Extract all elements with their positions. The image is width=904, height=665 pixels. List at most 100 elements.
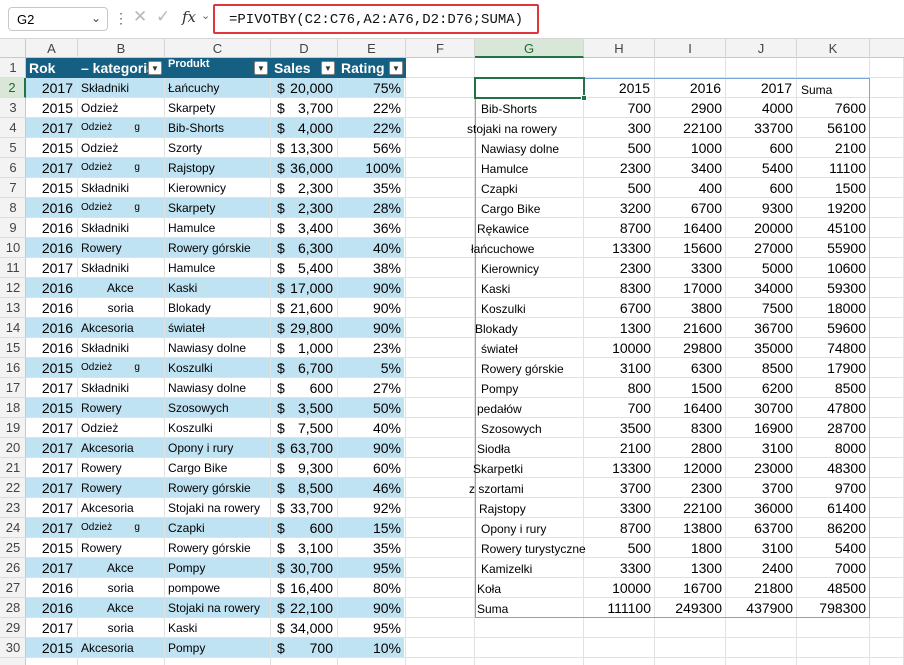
table-cell-kategoria[interactable]: Odzież [78,418,165,438]
row-header-29[interactable]: 29 [0,618,26,638]
table-cell-rok[interactable]: 2016 [26,338,78,358]
table-cell-rating[interactable]: 27% [338,378,406,398]
table-cell-kategoria[interactable]: Składniki [78,338,165,358]
table-cell-rating[interactable]: 90% [338,318,406,338]
pivot-row-label[interactable]: Opony i rury [481,519,546,539]
table-cell-kategoria[interactable]: Akce [78,278,165,298]
pivot-value-cell[interactable]: 45100 [797,218,870,238]
table-cell-rok[interactable]: 2017 [26,78,78,98]
pivot-value-cell[interactable]: 5400 [726,158,797,178]
pivot-value-cell[interactable]: 798300 [797,598,870,618]
table-cell-rok[interactable]: 2016 [26,198,78,218]
table-cell-rating[interactable]: 40% [338,238,406,258]
table-cell-kategoria[interactable]: Rowery [78,238,165,258]
pivot-value-cell[interactable]: 9300 [726,198,797,218]
row-header-6[interactable]: 6 [0,158,26,178]
table-cell-rating[interactable]: 36% [338,218,406,238]
row-header-17[interactable]: 17 [0,378,26,398]
table-cell-kategoria[interactable]: Odzież [78,138,165,158]
table-cell-sales[interactable]: 7,500 [285,418,338,438]
table-cell-sales[interactable]: 22,100 [285,598,338,618]
table-cell-rok[interactable]: 2017 [26,378,78,398]
table-cell-sales[interactable]: 34,000 [285,618,338,638]
table-cell-produkt[interactable]: Nawiasy dolne [165,338,271,358]
row-header-2[interactable]: 2 [0,78,26,98]
column-header-k[interactable]: K [797,39,870,58]
table-cell-rating[interactable]: 75% [338,78,406,98]
pivot-row-label[interactable]: Rowery turystyczne [481,539,586,559]
pivot-value-cell[interactable]: 30700 [726,398,797,418]
table-cell-kategoria[interactable]: Rowery [78,478,165,498]
table-cell-produkt[interactable]: Kierownicy [165,178,271,198]
pivot-value-cell[interactable]: 34000 [726,278,797,298]
pivot-value-cell[interactable]: 15600 [655,238,726,258]
table-cell-sales[interactable]: 8,500 [285,478,338,498]
row-header-1[interactable]: 1 [0,58,26,78]
pivot-row-label[interactable]: Cargo Bike [481,199,540,219]
table-cell-sales[interactable]: 2,300 [285,178,338,198]
pivot-value-cell[interactable]: 2300 [584,158,655,178]
row-header-7[interactable]: 7 [0,178,26,198]
table-cell-produkt[interactable]: Czapki [165,518,271,538]
table-cell-produkt[interactable]: Koszulki [165,358,271,378]
pivot-value-cell[interactable]: 111100 [584,598,655,618]
table-cell-produkt[interactable]: Nawiasy dolne [165,378,271,398]
pivot-value-cell[interactable]: 59300 [797,278,870,298]
table-cell-rating[interactable]: 90% [338,298,406,318]
pivot-value-cell[interactable]: 35000 [726,338,797,358]
pivot-row-label[interactable]: Nawiasy dolne [481,139,559,159]
table-cell-rating[interactable]: 80% [338,578,406,598]
table-cell-rok[interactable]: 2015 [26,538,78,558]
row-header-12[interactable]: 12 [0,278,26,298]
table-cell-rating[interactable]: 28% [338,198,406,218]
pivot-value-cell[interactable]: 700 [584,398,655,418]
pivot-value-cell[interactable]: 22100 [655,498,726,518]
table-cell-sales[interactable]: 29,800 [285,318,338,338]
row-header-23[interactable]: 23 [0,498,26,518]
pivot-value-cell[interactable]: 1300 [655,558,726,578]
pivot-value-cell[interactable]: 2300 [655,478,726,498]
table-cell-rating[interactable]: 92% [338,498,406,518]
pivot-value-cell[interactable]: 22100 [655,118,726,138]
pivot-value-cell[interactable]: 500 [584,178,655,198]
pivot-row-label[interactable]: stojaki na rowery [467,119,557,139]
table-cell-produkt[interactable]: Kaski [165,278,271,298]
pivot-value-cell[interactable]: 48500 [797,578,870,598]
table-cell-produkt[interactable]: Skarpety [165,98,271,118]
table-cell-kategoria[interactable]: Składniki [78,178,165,198]
table-cell-sales[interactable]: 13,300 [285,138,338,158]
row-header-3[interactable]: 3 [0,98,26,118]
table-cell-rating[interactable]: 90% [338,598,406,618]
table-cell-produkt[interactable]: Kaski [165,618,271,638]
table-cell-produkt[interactable]: Blokady [165,298,271,318]
pivot-row-label[interactable]: Rajstopy [479,499,526,519]
table-cell-rating[interactable]: 38% [338,258,406,278]
pivot-value-cell[interactable]: 2400 [726,558,797,578]
enter-icon[interactable]: ✓ [156,7,170,27]
table-cell-rating[interactable]: 22% [338,98,406,118]
table-cell-produkt[interactable]: Rowery górskie [165,478,271,498]
pivot-value-cell[interactable]: 600 [726,138,797,158]
table-cell-rok[interactable]: 2016 [26,578,78,598]
pivot-value-cell[interactable]: 63700 [726,518,797,538]
table-cell-kategoria[interactable]: Odzież g [78,118,165,138]
table-cell-sales[interactable]: 20,000 [285,78,338,98]
table-cell-rating[interactable]: 50% [338,398,406,418]
column-header-f[interactable]: F [406,39,475,58]
table-cell-rating[interactable]: 22% [338,118,406,138]
pivot-value-cell[interactable]: 8300 [655,418,726,438]
row-header-4[interactable]: 4 [0,118,26,138]
row-header-14[interactable]: 14 [0,318,26,338]
pivot-value-cell[interactable]: 11100 [797,158,870,178]
pivot-value-cell[interactable]: 1800 [655,538,726,558]
table-cell-rok[interactable]: 2015 [26,358,78,378]
pivot-value-cell[interactable]: 29800 [655,338,726,358]
table-cell-sales[interactable]: 33,700 [285,498,338,518]
table-cell-kategoria[interactable]: Odzież g [78,518,165,538]
table-cell-rok[interactable]: 2017 [26,618,78,638]
table-cell-produkt[interactable]: Stojaki na rowery [165,598,271,618]
pivot-value-cell[interactable]: 48300 [797,458,870,478]
pivot-value-cell[interactable]: 10000 [584,338,655,358]
chevron-down-icon[interactable]: ⌄ [91,11,101,25]
table-cell-kategoria[interactable]: Odzież g [78,358,165,378]
